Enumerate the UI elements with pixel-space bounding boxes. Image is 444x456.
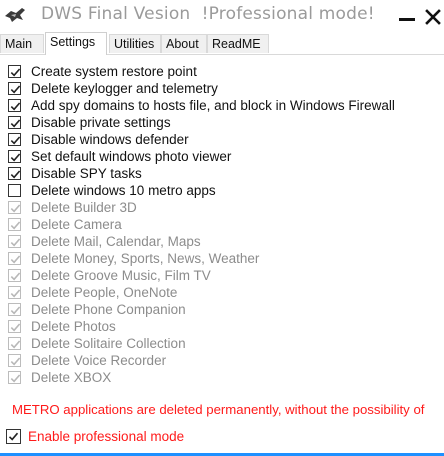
- checkbox-label: Delete XBOX: [31, 370, 112, 385]
- setting-checkbox: Delete Phone Companion: [8, 301, 444, 318]
- setting-checkbox[interactable]: Create system restore point: [8, 63, 444, 80]
- minimize-icon: [399, 18, 415, 21]
- checkbox-box: [8, 320, 21, 333]
- checkmark-icon: [10, 68, 21, 77]
- setting-checkbox: Delete Money, Sports, News, Weather: [8, 250, 444, 267]
- tab-readme[interactable]: ReadME: [207, 34, 269, 53]
- checkbox-box: [8, 354, 21, 367]
- checkbox-label: Set default windows photo viewer: [31, 149, 232, 164]
- close-icon: [425, 9, 441, 25]
- setting-checkbox: Delete Groove Music, Film TV: [8, 267, 444, 284]
- checkmark-icon: [10, 238, 21, 247]
- minimize-button[interactable]: [397, 4, 419, 28]
- checkmark-icon: [10, 85, 21, 94]
- checkbox-label: Delete Solitaire Collection: [31, 336, 186, 351]
- setting-checkbox: Delete Builder 3D: [8, 199, 444, 216]
- setting-checkbox[interactable]: Set default windows photo viewer: [8, 148, 444, 165]
- checkbox-box: [8, 218, 21, 231]
- checkbox-box: [8, 201, 21, 214]
- checkbox-box: [8, 337, 21, 350]
- checkmark-icon: [10, 102, 21, 111]
- checkmark-icon: [10, 221, 21, 230]
- setting-checkbox: Delete Mail, Calendar, Maps: [8, 233, 444, 250]
- checkbox-label: Delete Money, Sports, News, Weather: [31, 251, 260, 266]
- checkbox-box: [8, 286, 21, 299]
- tab-bar: Main Settings Utilities About ReadME: [0, 32, 444, 55]
- checkmark-icon: [10, 272, 21, 281]
- checkmark-icon: [10, 153, 21, 162]
- title-bar: DWS Final Vesion !Professional mode!: [0, 0, 444, 32]
- professional-mode-checkbox-box[interactable]: [6, 429, 21, 444]
- checkbox-label: Delete Camera: [31, 217, 122, 232]
- checkbox-box: [8, 252, 21, 265]
- checkbox-box[interactable]: [8, 116, 21, 129]
- checkbox-box[interactable]: [8, 184, 21, 197]
- checkmark-icon: [10, 323, 21, 332]
- checkbox-label: Delete Groove Music, Film TV: [31, 268, 211, 283]
- checkmark-icon: [10, 306, 21, 315]
- checkbox-box: [8, 235, 21, 248]
- checkmark-icon: [10, 170, 21, 179]
- setting-checkbox: Delete Voice Recorder: [8, 352, 444, 369]
- setting-checkbox: Delete XBOX: [8, 369, 444, 386]
- checkbox-label: Create system restore point: [31, 64, 197, 79]
- checkbox-label: Disable SPY tasks: [31, 166, 142, 181]
- tab-utilities[interactable]: Utilities: [109, 34, 161, 53]
- checkbox-box[interactable]: [8, 82, 21, 95]
- checkbox-label: Delete Phone Companion: [31, 302, 186, 317]
- close-button[interactable]: [423, 4, 444, 28]
- app-logo-icon: [4, 6, 26, 24]
- checkbox-label: Disable windows defender: [31, 132, 189, 147]
- checkbox-box[interactable]: [8, 150, 21, 163]
- tab-main[interactable]: Main: [0, 34, 44, 53]
- setting-checkbox: Delete Photos: [8, 318, 444, 335]
- setting-checkbox: Delete Solitaire Collection: [8, 335, 444, 352]
- setting-checkbox[interactable]: Add spy domains to hosts file, and block…: [8, 97, 444, 114]
- checkbox-box: [8, 303, 21, 316]
- professional-mode-label: Enable professional mode: [28, 429, 185, 444]
- checkbox-box: [8, 371, 21, 384]
- checkbox-label: Delete People, OneNote: [31, 285, 178, 300]
- setting-checkbox[interactable]: Delete keylogger and telemetry: [8, 80, 444, 97]
- checkmark-icon: [10, 340, 21, 349]
- checkbox-box[interactable]: [8, 167, 21, 180]
- checkbox-label: Delete Mail, Calendar, Maps: [31, 234, 201, 249]
- checkbox-label: Delete Photos: [31, 319, 116, 334]
- setting-checkbox: Delete Camera: [8, 216, 444, 233]
- checkbox-box: [8, 269, 21, 282]
- setting-checkbox[interactable]: Disable windows defender: [8, 131, 444, 148]
- checkmark-icon: [8, 432, 19, 441]
- checkbox-box[interactable]: [8, 99, 21, 112]
- metro-warning-text: METRO applications are deleted permanent…: [12, 402, 425, 417]
- checkmark-icon: [10, 374, 21, 383]
- checkbox-label: Delete Voice Recorder: [31, 353, 167, 368]
- checkbox-label: Delete Builder 3D: [31, 200, 137, 215]
- professional-mode-checkbox[interactable]: Enable professional mode: [6, 428, 256, 446]
- checkbox-box[interactable]: [8, 133, 21, 146]
- window-title: DWS Final Vesion !Professional mode!: [41, 4, 375, 24]
- checkbox-box[interactable]: [8, 65, 21, 78]
- setting-checkbox: Delete People, OneNote: [8, 284, 444, 301]
- tab-settings[interactable]: Settings: [45, 32, 107, 55]
- checkmark-icon: [10, 255, 21, 264]
- checkbox-label: Delete windows 10 metro apps: [31, 183, 216, 198]
- checkbox-label: Disable private settings: [31, 115, 171, 130]
- settings-options-list: Create system restore point Delete keylog…: [8, 63, 444, 386]
- checkmark-icon: [10, 289, 21, 298]
- setting-checkbox[interactable]: Disable private settings: [8, 114, 444, 131]
- setting-checkbox[interactable]: Delete windows 10 metro apps: [8, 182, 444, 199]
- checkmark-icon: [10, 136, 21, 145]
- checkmark-icon: [10, 357, 21, 366]
- checkbox-label: Add spy domains to hosts file, and block…: [31, 98, 395, 113]
- checkmark-icon: [10, 204, 21, 213]
- checkmark-icon: [10, 119, 21, 128]
- tab-about[interactable]: About: [161, 34, 207, 53]
- setting-checkbox[interactable]: Disable SPY tasks: [8, 165, 444, 182]
- checkbox-label: Delete keylogger and telemetry: [31, 81, 218, 96]
